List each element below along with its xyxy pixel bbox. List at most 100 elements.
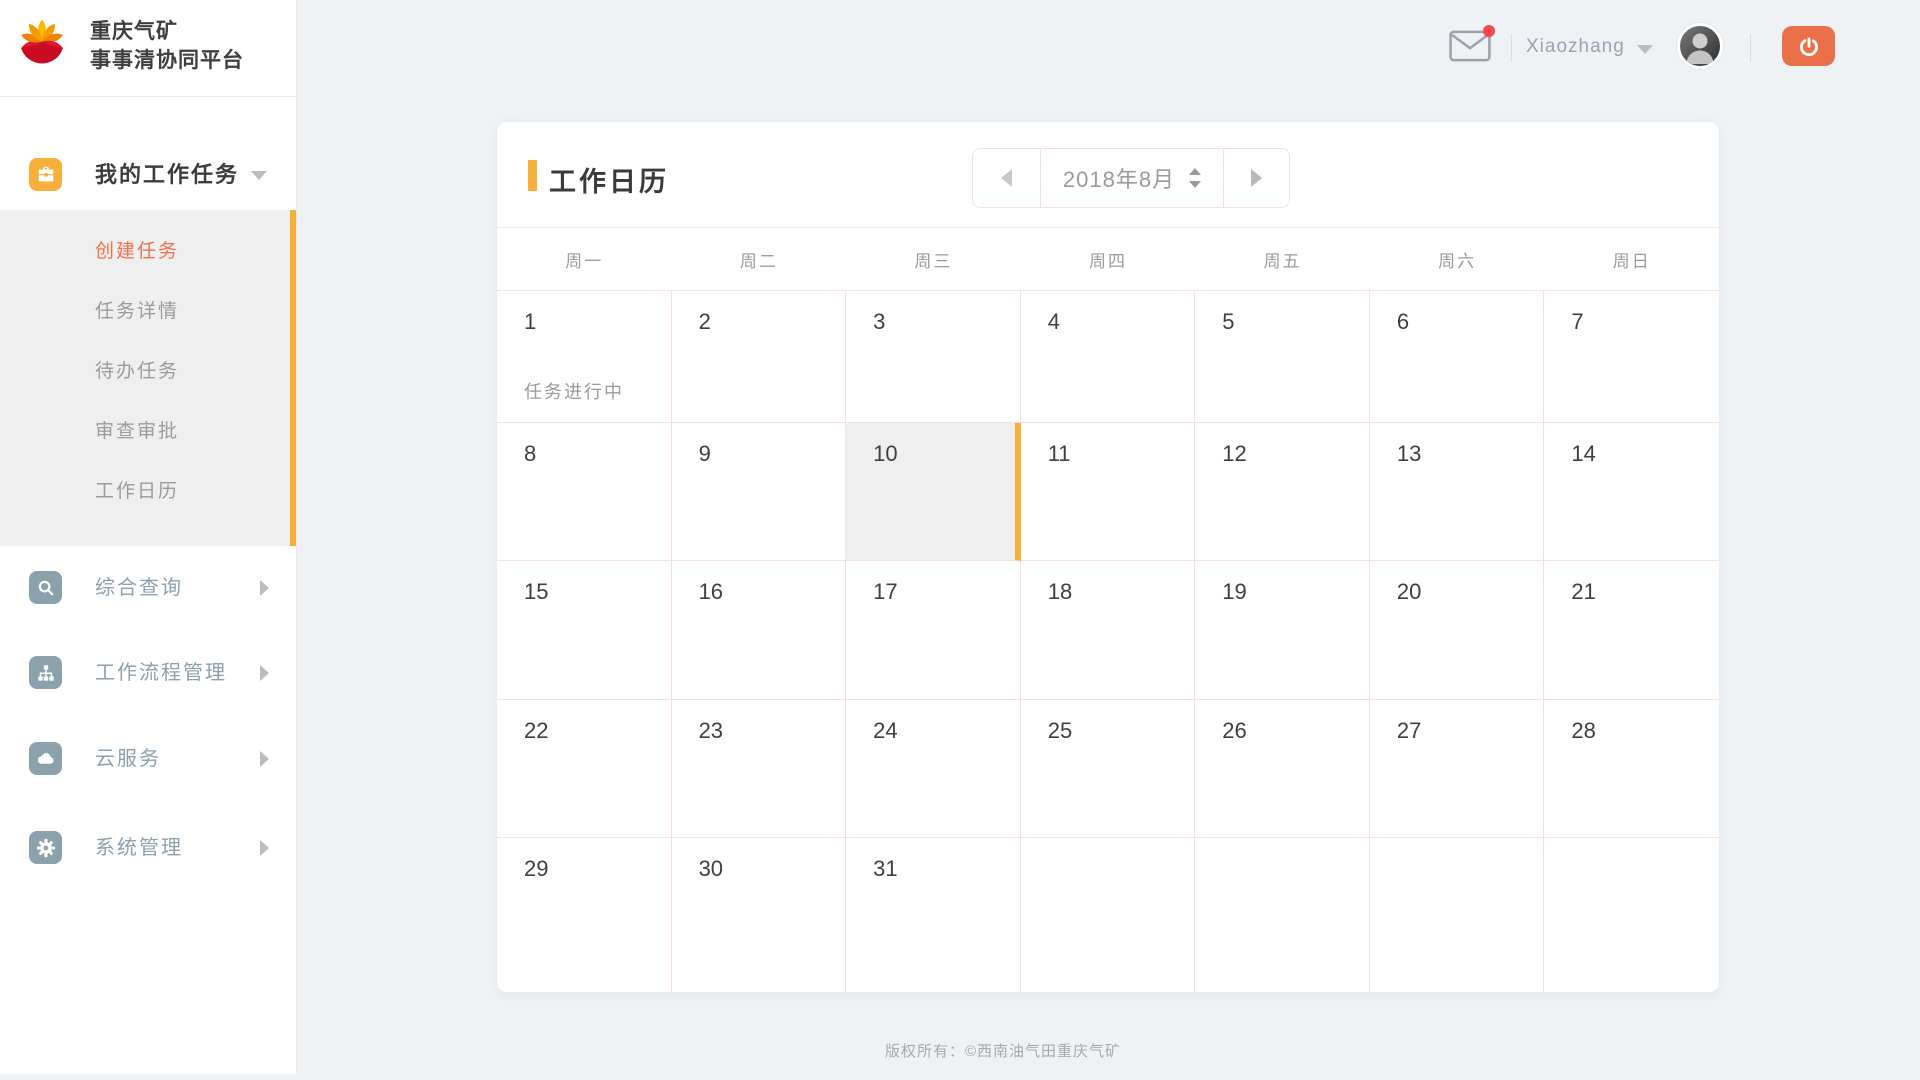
chevron-down-icon[interactable] <box>1637 45 1653 54</box>
weekday-label: 周二 <box>672 228 847 290</box>
sidebar-item-query[interactable]: 综合查询 <box>0 560 296 616</box>
calendar-day-cell[interactable]: 2 <box>672 291 847 423</box>
search-icon <box>29 571 62 604</box>
calendar-day-cell[interactable]: 30 <box>672 838 847 992</box>
mail-icon[interactable] <box>1449 30 1491 62</box>
calendar-day-cell[interactable]: 10 <box>846 423 1021 561</box>
calendar-day-cell[interactable]: 4 <box>1021 291 1196 423</box>
submenu-item-task-detail[interactable]: 任务详情 <box>95 292 179 332</box>
day-number: 16 <box>699 579 723 605</box>
day-number: 1 <box>524 309 536 335</box>
calendar-day-cell[interactable]: 19 <box>1195 561 1370 700</box>
day-number: 8 <box>524 441 536 467</box>
calendar-empty-cell <box>1195 838 1370 992</box>
calendar-day-cell[interactable]: 9 <box>672 423 847 561</box>
calendar-day-cell[interactable]: 12 <box>1195 423 1370 561</box>
day-task-note: 任务进行中 <box>524 378 624 404</box>
weekday-label: 周六 <box>1370 228 1545 290</box>
sidebar-item-label: 工作流程管理 <box>95 645 227 701</box>
cloud-icon <box>29 742 62 775</box>
weekday-label: 周四 <box>1021 228 1196 290</box>
day-number: 2 <box>699 309 711 335</box>
spinner-up-icon[interactable] <box>1189 168 1201 175</box>
sidebar-item-workflow[interactable]: 工作流程管理 <box>0 645 296 701</box>
spinner-down-icon[interactable] <box>1189 181 1201 188</box>
sidebar-item-cloud[interactable]: 云服务 <box>0 731 296 787</box>
next-month-button[interactable] <box>1223 149 1289 207</box>
calendar-day-cell[interactable]: 20 <box>1370 561 1545 700</box>
day-number: 23 <box>699 718 723 744</box>
day-number: 3 <box>873 309 885 335</box>
topbar-divider <box>1750 34 1751 62</box>
day-number: 28 <box>1571 718 1595 744</box>
weekday-label: 周三 <box>846 228 1021 290</box>
day-number: 5 <box>1222 309 1234 335</box>
calendar-empty-cell <box>1370 838 1545 992</box>
day-number: 24 <box>873 718 897 744</box>
sidebar-item-system[interactable]: 系统管理 <box>0 820 296 876</box>
calendar-empty-cell <box>1021 838 1196 992</box>
day-number: 27 <box>1397 718 1421 744</box>
day-number: 26 <box>1222 718 1246 744</box>
submenu-item-work-calendar[interactable]: 工作日历 <box>95 472 179 512</box>
chevron-right-icon <box>260 751 269 767</box>
title-accent-bar <box>528 160 537 191</box>
logout-button[interactable] <box>1782 26 1835 66</box>
calendar-day-cell[interactable]: 29 <box>497 838 672 992</box>
day-number: 25 <box>1048 718 1072 744</box>
weekday-label: 周五 <box>1195 228 1370 290</box>
arrow-right-icon <box>1251 169 1262 187</box>
calendar-day-cell[interactable]: 22 <box>497 700 672 838</box>
calendar-day-cell[interactable]: 26 <box>1195 700 1370 838</box>
month-navigator: 2018年8月 <box>972 148 1290 208</box>
sidebar-item-label: 综合查询 <box>95 560 183 616</box>
prev-month-button[interactable] <box>973 149 1041 207</box>
sidebar-item-my-tasks[interactable]: 我的工作任务 <box>0 147 296 203</box>
chevron-down-icon <box>251 171 267 180</box>
day-number: 15 <box>524 579 548 605</box>
calendar-day-cell[interactable]: 28 <box>1544 700 1719 838</box>
sidebar: 重庆气矿 事事清协同平台 我的工作任务 创建任务 任务详情 待办任务 审查审批 … <box>0 0 297 1074</box>
day-number: 22 <box>524 718 548 744</box>
brand-title-line2: 事事清协同平台 <box>90 46 244 75</box>
day-number: 9 <box>699 441 711 467</box>
day-number: 21 <box>1571 579 1595 605</box>
calendar-day-cell[interactable]: 11 <box>1021 423 1196 561</box>
username-label[interactable]: Xiaozhang <box>1526 36 1625 58</box>
sidebar-item-label: 系统管理 <box>95 820 183 876</box>
topbar: Xiaozhang <box>297 0 1920 97</box>
avatar[interactable] <box>1677 23 1723 69</box>
calendar-day-cell[interactable]: 31 <box>846 838 1021 992</box>
submenu-item-review-approve[interactable]: 审查审批 <box>95 412 179 452</box>
calendar-day-cell[interactable]: 3 <box>846 291 1021 423</box>
calendar-day-cell[interactable]: 13 <box>1370 423 1545 561</box>
work-calendar-card: 工作日历 2018年8月 周一周二周三周四周五周六周日 1任务进行中234567… <box>497 122 1719 992</box>
month-spinner[interactable] <box>1189 168 1201 188</box>
notification-dot <box>1483 25 1495 37</box>
chevron-right-icon <box>260 665 269 681</box>
calendar-day-cell[interactable]: 6 <box>1370 291 1545 423</box>
weekday-label: 周一 <box>497 228 672 290</box>
calendar-day-cell[interactable]: 5 <box>1195 291 1370 423</box>
calendar-day-cell[interactable]: 24 <box>846 700 1021 838</box>
calendar-day-cell[interactable]: 7 <box>1544 291 1719 423</box>
calendar-empty-cell <box>1544 838 1719 992</box>
calendar-day-cell[interactable]: 8 <box>497 423 672 561</box>
calendar-day-cell[interactable]: 25 <box>1021 700 1196 838</box>
calendar-day-cell[interactable]: 21 <box>1544 561 1719 700</box>
calendar-day-cell[interactable]: 16 <box>672 561 847 700</box>
calendar-day-cell[interactable]: 18 <box>1021 561 1196 700</box>
weekday-label: 周日 <box>1544 228 1719 290</box>
calendar-day-cell[interactable]: 14 <box>1544 423 1719 561</box>
calendar-day-cell[interactable]: 17 <box>846 561 1021 700</box>
sidebar-item-label: 我的工作任务 <box>95 147 239 203</box>
day-number: 13 <box>1397 441 1421 467</box>
calendar-day-cell[interactable]: 23 <box>672 700 847 838</box>
calendar-day-cell[interactable]: 27 <box>1370 700 1545 838</box>
submenu-item-create-task[interactable]: 创建任务 <box>95 232 179 272</box>
day-number: 7 <box>1571 309 1583 335</box>
weekday-header-row: 周一周二周三周四周五周六周日 <box>497 228 1719 291</box>
calendar-day-cell[interactable]: 15 <box>497 561 672 700</box>
submenu-item-todo-tasks[interactable]: 待办任务 <box>95 352 179 392</box>
calendar-day-cell[interactable]: 1 任务进行中 <box>497 291 672 423</box>
